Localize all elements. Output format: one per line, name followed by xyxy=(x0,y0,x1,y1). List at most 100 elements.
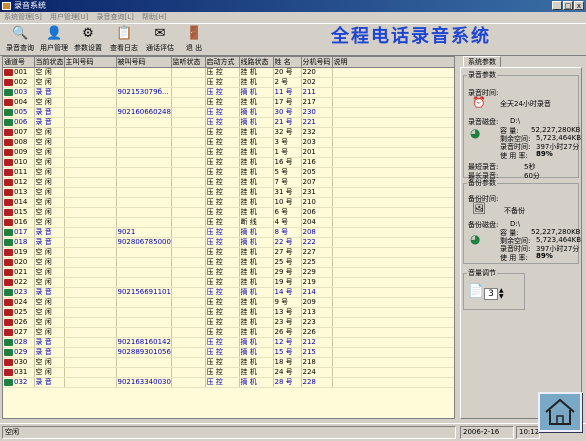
table-cell: 录 音 xyxy=(34,337,65,348)
table-row[interactable]: 004 空 闲 压 控挂 机 17 号 217 xyxy=(3,97,454,108)
table-row[interactable]: 026 空 闲 压 控挂 机 23 号 223 xyxy=(3,317,454,328)
table-cell: 218 xyxy=(301,357,333,368)
table-cell: 7 号 xyxy=(273,177,302,188)
table-row[interactable]: 018 录 音 902806785000 压 控摘 机 22 号 222 xyxy=(3,237,454,248)
table-row[interactable]: 001 空 闲 压 控挂 机 20 号 220 xyxy=(3,67,454,78)
table-cell: 208 xyxy=(301,227,333,238)
volume-input[interactable]: 3 xyxy=(484,288,498,300)
menu-records[interactable]: 录音查询[L] xyxy=(97,12,134,23)
menu-system[interactable]: 系统管理[S] xyxy=(4,12,42,23)
table-row[interactable]: 003 录 音 902153079б... 压 控摘 机 11 号 211 xyxy=(3,87,454,98)
tab-system-params[interactable]: 系统参数 xyxy=(463,56,501,67)
column-header[interactable]: 通道号 xyxy=(3,57,35,68)
idle-phone-icon xyxy=(4,248,13,256)
table-cell: 空 闲 xyxy=(34,277,65,288)
status-bar: 空闲 2006-2-16 10:12 xyxy=(0,423,586,441)
table-cell: 24 号 xyxy=(273,367,302,378)
table-cell: 压 控 xyxy=(205,367,240,378)
home-button[interactable] xyxy=(538,392,582,432)
menu-help[interactable]: 帮助[H] xyxy=(142,12,167,23)
table-row[interactable]: 031 空 闲 压 控挂 机 24 号 224 xyxy=(3,367,454,378)
table-row[interactable]: 011 空 闲 压 控挂 机5 号 205 xyxy=(3,167,454,178)
table-cell: 902163340030 xyxy=(116,377,172,388)
table-row[interactable]: 027 空 闲 压 控挂 机 26 号 226 xyxy=(3,327,454,338)
table-row[interactable]: 024 空 闲 压 控挂 机9 号 209 xyxy=(3,297,454,308)
table-cell xyxy=(64,367,117,378)
table-row[interactable]: 030 空 闲 压 控挂 机 18 号 218 xyxy=(3,357,454,368)
column-header[interactable]: 姓 名 xyxy=(273,57,302,68)
table-row[interactable]: 009 空 闲 压 控挂 机1 号 201 xyxy=(3,147,454,158)
table-cell xyxy=(64,347,117,358)
table-row[interactable]: 005 录 音 902160660248# 压 控摘 机 30 号 230 xyxy=(3,107,454,118)
table-row[interactable]: 017 录 音 9021 压 控摘 机8 号 208 xyxy=(3,227,454,238)
table-cell xyxy=(64,67,117,78)
recording-phone-icon xyxy=(4,108,13,116)
table-row[interactable]: 015 空 闲 压 控挂 机6 号 206 xyxy=(3,207,454,218)
table-row[interactable]: 021 空 闲 压 控挂 机 29 号 229 xyxy=(3,267,454,278)
table-row[interactable]: 007 空 闲 压 控挂 机 32 号 232 xyxy=(3,127,454,138)
exit-button[interactable]: 🚪 退 出 xyxy=(176,25,212,55)
table-cell xyxy=(332,367,454,378)
table-row[interactable]: 010 空 闲 压 控挂 机 16 号 216 xyxy=(3,157,454,168)
table-row[interactable]: 029 录 音 902889301056# 压 控摘 机 15 号 215 xyxy=(3,347,454,358)
table-cell xyxy=(171,157,206,168)
table-cell: 压 控 xyxy=(205,307,240,318)
minimize-button[interactable]: _ xyxy=(552,1,562,10)
column-header[interactable]: 监听状态 xyxy=(171,57,206,68)
table-row[interactable]: 012 空 闲 压 控挂 机7 号 207 xyxy=(3,177,454,188)
table-row[interactable]: 028 录 音 902168160142# 压 控摘 机 12 号 212 xyxy=(3,337,454,348)
table-cell xyxy=(332,177,454,188)
table-cell xyxy=(116,327,172,338)
table-row[interactable]: 032 录 音 902163340030 压 控摘 机 28 号 228 xyxy=(3,377,454,388)
column-header[interactable]: 分机号码 xyxy=(301,57,333,68)
table-cell: 挂 机 xyxy=(239,267,274,278)
column-header[interactable]: 线路状态 xyxy=(239,57,274,68)
call-evaluation-button[interactable]: ✉ 通话评估 xyxy=(142,25,178,55)
table-row[interactable]: 014 空 闲 压 控挂 机 10 号 210 xyxy=(3,197,454,208)
maximize-button[interactable]: □ xyxy=(563,1,573,10)
table-cell xyxy=(171,117,206,128)
table-cell: 229 xyxy=(301,267,333,278)
table-cell xyxy=(171,167,206,178)
menu-users[interactable]: 用户管理[U] xyxy=(50,12,89,23)
table-cell xyxy=(116,217,172,228)
call-evaluation-label: 通话评估 xyxy=(146,44,174,52)
idle-phone-icon xyxy=(4,78,13,86)
user-management-button[interactable]: 👤 用户管理 xyxy=(36,25,72,55)
table-cell xyxy=(171,137,206,148)
record-query-button[interactable]: 🔍 录音查询 xyxy=(2,25,38,55)
column-header[interactable]: 当前状态 xyxy=(34,57,65,68)
app-icon xyxy=(2,2,11,10)
table-row[interactable]: 016 空 闲 压 控断 线4 号 204 xyxy=(3,217,454,228)
column-header[interactable]: 主叫号码 xyxy=(64,57,117,68)
table-cell: 挂 机 xyxy=(239,127,274,138)
column-header[interactable]: 启动方式 xyxy=(205,57,240,68)
volume-spinner[interactable]: ▲ ▼ xyxy=(499,288,504,300)
table-row[interactable]: 020 空 闲 压 控挂 机 25 号 225 xyxy=(3,257,454,268)
table-row[interactable]: 019 空 闲 压 控挂 机 27 号 227 xyxy=(3,247,454,258)
table-row[interactable]: 025 空 闲 压 控挂 机 13 号 213 xyxy=(3,307,454,318)
table-row[interactable]: 002 空 闲 压 控挂 机2 号 202 xyxy=(3,77,454,88)
view-log-button[interactable]: 📋 查看日志 xyxy=(106,25,142,55)
recording-phone-icon xyxy=(4,348,13,356)
parameter-settings-button[interactable]: ⚙ 参数设置 xyxy=(70,25,106,55)
table-row[interactable]: 008 空 闲 压 控挂 机3 号 203 xyxy=(3,137,454,148)
menu-bar: 系统管理[S] 用户管理[U] 录音查询[L] 帮助[H] xyxy=(0,12,586,23)
table-cell: 挂 机 xyxy=(239,197,274,208)
column-header[interactable]: 被叫号码 xyxy=(116,57,172,68)
table-cell xyxy=(64,147,117,158)
table-cell: 空 闲 xyxy=(34,67,65,78)
table-cell: 215 xyxy=(301,347,333,358)
table-row[interactable]: 006 录 音 压 控摘 机 21 号 221 xyxy=(3,117,454,128)
column-header[interactable]: 说明 xyxy=(332,57,454,68)
table-cell xyxy=(332,117,454,128)
close-button[interactable]: x xyxy=(574,1,584,10)
idle-phone-icon xyxy=(4,188,13,196)
table-cell xyxy=(64,217,117,228)
table-row[interactable]: 023 录 音 902156691101# 压 控摘 机 14 号 214 xyxy=(3,287,454,298)
channel-table: 通道号 当前状态 主叫号码 被叫号码 监听状态 启动方式 线路状态姓 名分机号码 说明 001… xyxy=(2,56,455,419)
table-cell: 压 控 xyxy=(205,77,240,88)
table-row[interactable]: 022 空 闲 压 控挂 机 19 号 219 xyxy=(3,277,454,288)
channel-number: 007 xyxy=(14,128,28,136)
table-row[interactable]: 013 空 闲 压 控挂 机 31 号 231 xyxy=(3,187,454,198)
